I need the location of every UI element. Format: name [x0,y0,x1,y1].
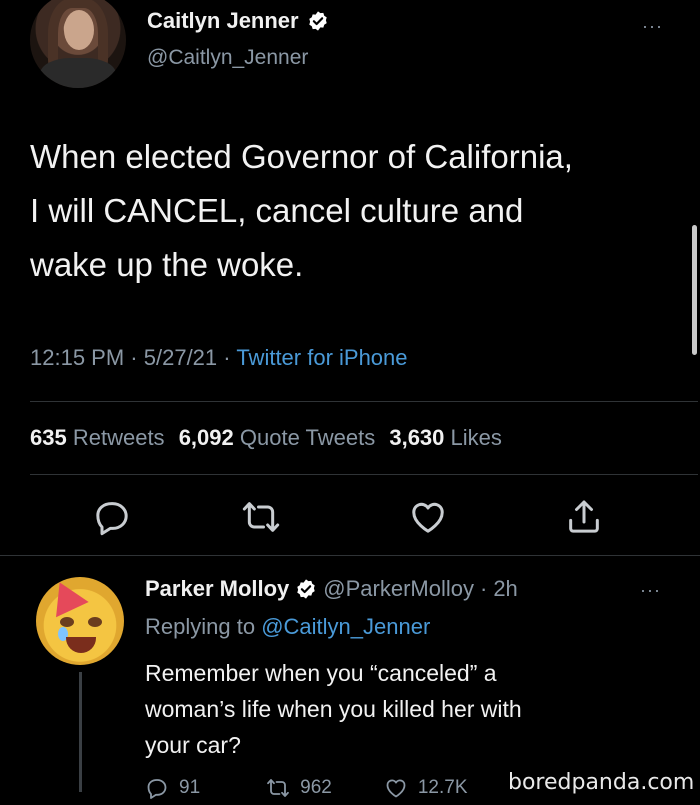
author-handle[interactable]: @Caitlyn_Jenner [147,46,308,70]
reply-text-line: your car? [145,732,241,758]
like-icon[interactable] [408,497,448,537]
reply-header: Parker Molloy @ParkerMolloy · 2h [145,576,518,602]
divider [30,401,698,402]
tweet-text-line: When elected Governor of California, [30,138,573,175]
verified-badge-icon [297,579,315,599]
likes-stat[interactable]: 3,630 Likes [389,425,502,450]
meta-separator: · [223,345,237,370]
tweet-separator [0,555,700,556]
reply-display-name[interactable]: Parker Molloy [145,576,289,602]
tweet-time[interactable]: 12:15 PM [30,345,124,370]
author-name-row: Caitlyn Jenner [147,8,329,34]
like-count-button[interactable]: 12.7K [384,776,468,800]
tweet-stats: 635 Retweets 6,092 Quote Tweets 3,630 Li… [30,425,502,451]
like-icon [386,779,406,798]
replying-prefix: Replying to [145,614,256,639]
replying-handle-link[interactable]: @Caitlyn_Jenner [261,614,430,639]
reply-handle[interactable]: @ParkerMolloy [323,576,474,602]
retweet-icon [267,779,290,797]
reply-count-button[interactable]: 91 [145,776,200,800]
author-display-name[interactable]: Caitlyn Jenner [147,8,299,34]
retweets-stat[interactable]: 635 Retweets [30,425,165,450]
reply-text-line: Remember when you “canceled” a [145,660,497,686]
parker-avatar[interactable] [36,577,124,665]
share-icon[interactable] [564,497,604,537]
meta-separator: · [130,345,144,370]
reply-text: Remember when you “canceled” a woman’s l… [145,655,665,763]
more-options-icon[interactable]: ··· [642,16,663,37]
scrollbar[interactable] [692,225,697,355]
watermark: boredpanda.com [508,770,695,795]
tweet-source-link[interactable]: Twitter for iPhone [236,345,407,370]
reply-actions: 91 962 12.7K [145,776,468,800]
main-tweet: Caitlyn Jenner @Caitlyn_Jenner ··· When … [0,0,700,555]
tweet-date[interactable]: 5/27/21 [144,345,217,370]
reply-icon[interactable] [92,497,132,537]
retweet-count: 962 [300,777,332,798]
retweet-count-button[interactable]: 962 [266,776,332,800]
verified-badge-icon [308,11,327,31]
quote-tweets-stat[interactable]: 6,092 Quote Tweets [179,425,376,450]
tweet-meta: 12:15 PM · 5/27/21 · Twitter for iPhone [30,345,408,371]
tweet-text-line: I will CANCEL, cancel culture and [30,192,524,229]
more-options-icon[interactable]: ··· [640,580,661,601]
reply-thread-line [79,672,82,792]
like-count: 12.7K [417,777,468,798]
meta-separator: · [479,576,488,601]
replying-to: Replying to @Caitlyn_Jenner [145,614,430,640]
reply-text-line: woman’s life when you killed her with [145,696,522,722]
tweet-text-line: wake up the woke. [30,246,304,283]
reply-age[interactable]: 2h [493,576,517,602]
caitlyn-avatar[interactable] [30,0,126,88]
retweet-icon[interactable] [241,497,281,537]
tweet-text: When elected Governor of California, I w… [30,130,680,292]
divider [30,474,698,475]
reply-icon [147,779,167,799]
reply-count: 91 [179,777,201,798]
